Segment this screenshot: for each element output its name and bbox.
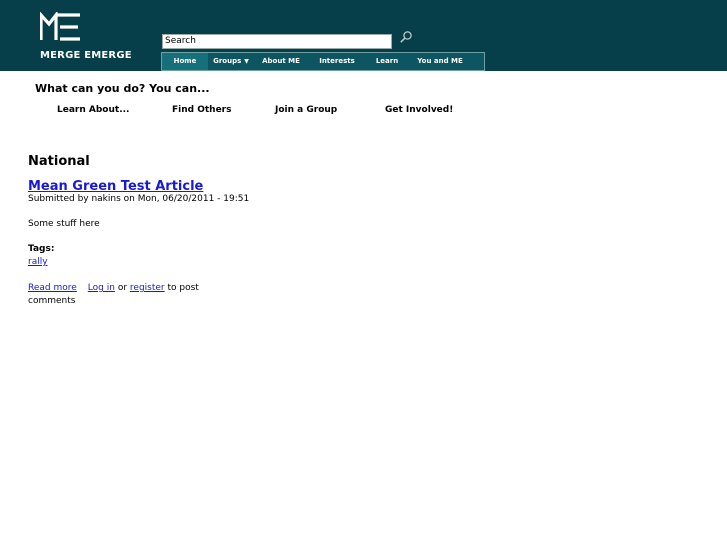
- to-post-text: to post: [167, 283, 199, 293]
- article-title-link[interactable]: Mean Green Test Article: [28, 179, 203, 194]
- action-find-others[interactable]: Find Others: [172, 105, 231, 115]
- nav-you-and-me-label: You and ME: [417, 57, 463, 65]
- chevron-down-icon: ▼: [244, 58, 249, 65]
- register-link[interactable]: register: [130, 283, 165, 293]
- log-in-link[interactable]: Log in: [88, 283, 115, 293]
- nav-home[interactable]: Home: [162, 53, 208, 70]
- logo-text: MERGE EMERGE: [40, 50, 132, 61]
- action-join-group[interactable]: Join a Group: [275, 105, 337, 115]
- tag-link-rally[interactable]: rally: [28, 257, 48, 267]
- article-links: Read more Log in or register to post: [28, 282, 199, 295]
- site-header: MERGE EMERGE Home Groups▼ About ME Inter…: [0, 0, 727, 71]
- action-get-involved[interactable]: Get Involved!: [385, 105, 453, 115]
- search-icon[interactable]: [399, 30, 413, 44]
- nav-groups-label: Groups: [213, 57, 242, 65]
- article-body: Some stuff here: [28, 219, 100, 229]
- nav-about-me[interactable]: About ME: [254, 53, 308, 70]
- nav-interests[interactable]: Interests: [308, 53, 366, 70]
- or-text: or: [117, 283, 128, 293]
- main-nav: Home Groups ▼ About ME Interests Learn Yo…: [161, 52, 485, 71]
- nav-groups[interactable]: Groups ▼: [208, 53, 254, 70]
- site-logo[interactable]: MERGE EMERGE: [40, 12, 136, 64]
- action-learn-about[interactable]: Learn About...: [57, 105, 129, 115]
- comments-text: comments: [28, 296, 76, 306]
- nav-learn[interactable]: Learn: [366, 53, 408, 70]
- me-logo-icon: [40, 12, 80, 41]
- nav-you-and-me[interactable]: You and ME: [408, 53, 472, 70]
- nav-about-me-label: About ME: [262, 57, 300, 65]
- nav-home-label: Home: [173, 57, 197, 65]
- tags-label: Tags:: [28, 244, 55, 254]
- search-input[interactable]: [162, 34, 392, 49]
- read-more-link[interactable]: Read more: [28, 283, 77, 293]
- article-submitted: Submitted by nakins on Mon, 06/20/2011 -…: [28, 194, 250, 204]
- page-title: National: [28, 154, 90, 169]
- nav-learn-label: Learn: [375, 57, 399, 65]
- tagline: What can you do? You can...: [35, 82, 210, 95]
- nav-interests-label: Interests: [319, 57, 355, 65]
